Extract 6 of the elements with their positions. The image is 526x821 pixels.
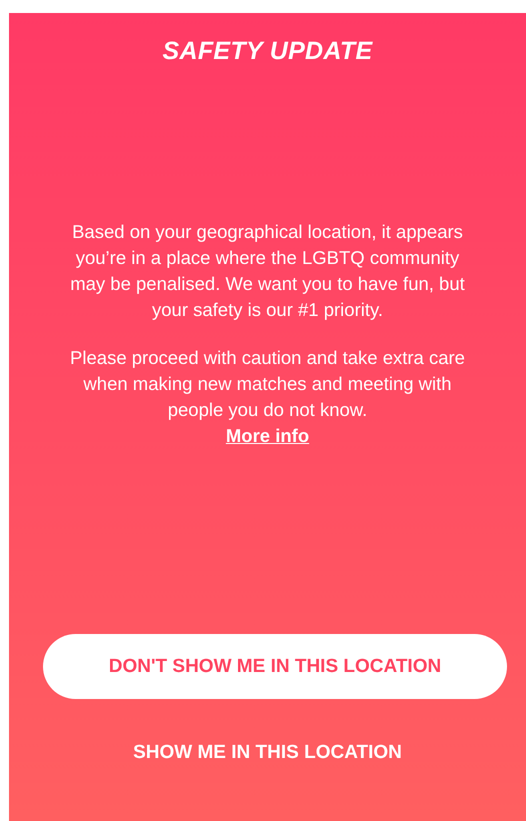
screen-title: SAFETY UPDATE <box>162 37 372 66</box>
show-location-button[interactable]: SHOW ME IN THIS LOCATION <box>125 738 410 768</box>
message-text: Please proceed with caution and take extra care when making new matches and meeting with people you do not know. <box>69 346 466 422</box>
message-text: Based on your geographical location, it appears you’re in a place where the LGBTQ community may be penalised. We want you to have fun, but your safety is our #1 priority. <box>69 220 466 322</box>
more-info-link[interactable]: More info <box>226 423 310 449</box>
hide-location-button[interactable]: DON'T SHOW ME IN THIS LOCATION <box>43 634 507 699</box>
